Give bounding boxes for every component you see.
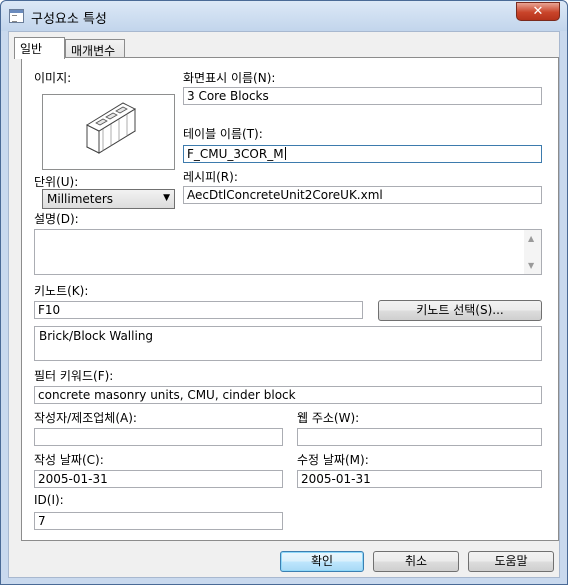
filter-keywords-label: 필터 키워드(F): <box>34 369 114 383</box>
ok-button[interactable]: 확인 <box>280 551 364 572</box>
general-tab-panel: 이미지: 단위(U): Millimeters ▼ 화면표시 이름(N): 3 … <box>21 57 559 541</box>
component-properties-dialog: 구성요소 특성 ✕ 일반 매개변수 이미지: 단위(U): Millimeter… <box>0 0 568 585</box>
text-caret <box>284 147 286 160</box>
created-date-label: 작성 날짜(C): <box>34 453 104 467</box>
close-button[interactable]: ✕ <box>516 2 560 21</box>
cancel-button[interactable]: 취소 <box>373 551 459 572</box>
tab-general[interactable]: 일반 <box>14 37 65 59</box>
modified-date-field[interactable]: 2005-01-31 <box>297 470 542 488</box>
tab-parameters[interactable]: 매개변수 <box>65 39 125 59</box>
units-dropdown[interactable]: Millimeters ▼ <box>42 189 175 209</box>
web-address-label: 웹 주소(W): <box>297 411 360 425</box>
scroll-up-icon[interactable]: ▲ <box>528 234 534 243</box>
description-textarea[interactable]: ▲ ▼ <box>34 229 542 275</box>
units-label: 단위(U): <box>34 175 79 189</box>
chevron-down-icon: ▼ <box>163 193 170 203</box>
table-name-field[interactable]: F_CMU_3COR_M <box>183 145 542 163</box>
display-name-label: 화면표시 이름(N): <box>183 71 276 85</box>
author-field[interactable] <box>34 428 283 446</box>
description-scrollbar[interactable]: ▲ ▼ <box>524 230 541 274</box>
created-date-field[interactable]: 2005-01-31 <box>34 470 283 488</box>
display-name-field[interactable]: 3 Core Blocks <box>183 87 542 105</box>
units-selected-value: Millimeters <box>47 192 114 206</box>
keynote-label: 키노트(K): <box>34 284 89 298</box>
dialog-client-area: 일반 매개변수 이미지: 단위(U): Millimeters ▼ 화면표시 이… <box>8 31 560 578</box>
title-bar[interactable]: 구성요소 특성 ✕ <box>1 1 567 31</box>
table-name-value: F_CMU_3COR_M <box>187 147 284 161</box>
description-label: 설명(D): <box>34 212 79 226</box>
cmu-block-icon <box>85 102 137 154</box>
web-address-field[interactable] <box>297 428 542 446</box>
keynote-field[interactable]: F10 <box>34 301 363 319</box>
window-title: 구성요소 특성 <box>31 12 107 27</box>
scroll-down-icon[interactable]: ▼ <box>528 261 534 270</box>
window-icon <box>9 9 24 23</box>
id-label: ID(I): <box>34 493 64 507</box>
select-keynote-button[interactable]: 키노트 선택(S)... <box>378 300 542 321</box>
keynote-description-field[interactable]: Brick/Block Walling <box>34 326 542 361</box>
help-button[interactable]: 도움말 <box>468 551 554 572</box>
modified-date-label: 수정 날짜(M): <box>297 453 369 467</box>
recipe-label: 레시피(R): <box>183 170 238 184</box>
id-field[interactable]: 7 <box>34 512 283 530</box>
component-preview-image <box>42 94 175 170</box>
table-name-label: 테이블 이름(T): <box>183 127 263 141</box>
image-label: 이미지: <box>34 71 72 85</box>
author-label: 작성자/제조업체(A): <box>34 411 137 425</box>
recipe-field[interactable]: AecDtlConcreteUnit2CoreUK.xml <box>183 186 542 204</box>
filter-keywords-field[interactable]: concrete masonry units, CMU, cinder bloc… <box>34 386 542 404</box>
